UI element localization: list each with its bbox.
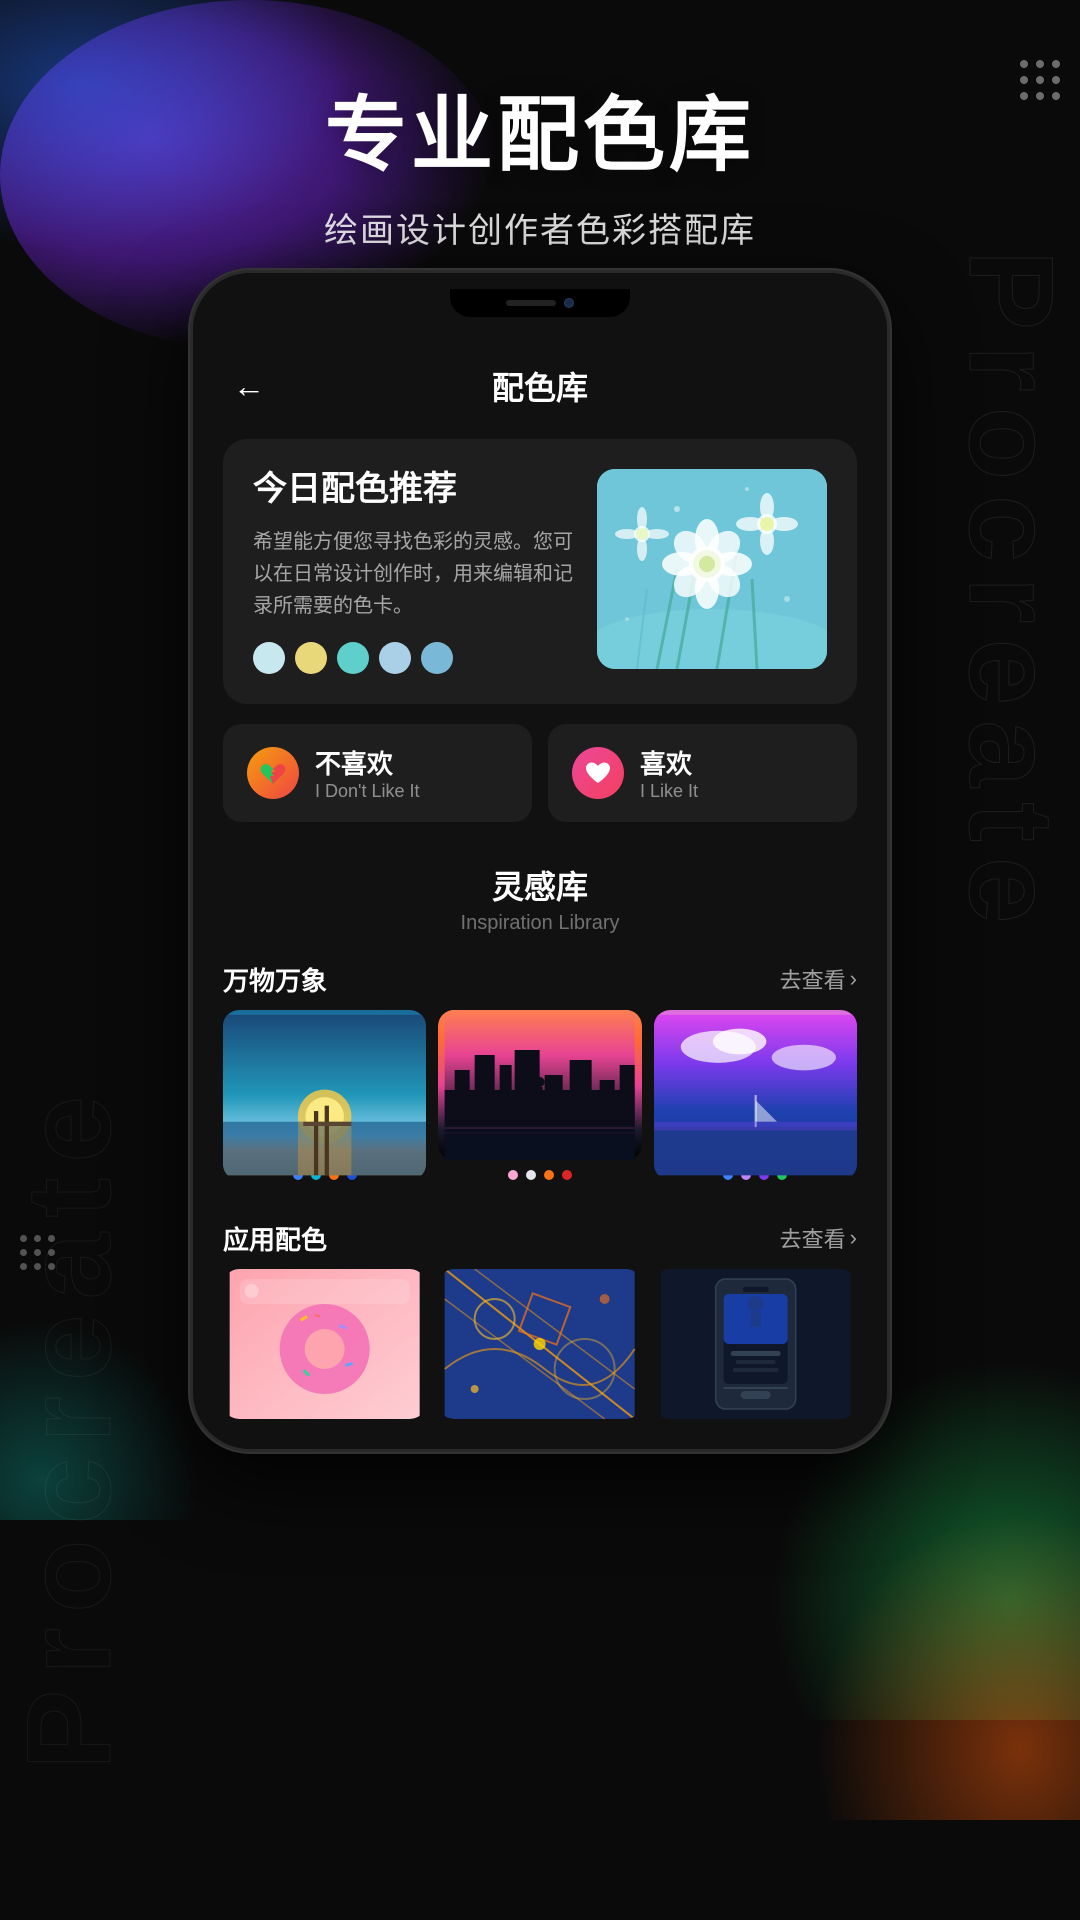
category1-card2-dots bbox=[438, 1160, 641, 1180]
phone-top bbox=[193, 273, 887, 333]
featured-image bbox=[597, 469, 827, 669]
swatch-5 bbox=[421, 642, 453, 674]
color-swatches bbox=[253, 642, 577, 674]
header-subtitle: 绘画设计创作者色彩搭配库 bbox=[324, 203, 756, 252]
category1-card-2[interactable] bbox=[438, 1010, 641, 1180]
landscape-image-3 bbox=[654, 1010, 857, 1160]
featured-card-title: 今日配色推荐 bbox=[253, 469, 577, 510]
phone-mockup: ← 配色库 今日配色推荐 希望能方便您寻找色彩的灵感。您可以在日常设计创作时，用… bbox=[190, 270, 890, 1452]
phone-speaker bbox=[506, 300, 556, 306]
category1-row: 万物万象 去查看 › bbox=[193, 945, 887, 1010]
like-sub-label: I Like It bbox=[640, 781, 698, 802]
like-button[interactable]: 喜欢 I Like It bbox=[548, 724, 857, 822]
dot bbox=[562, 1170, 572, 1180]
category2-card-2[interactable] bbox=[438, 1269, 641, 1419]
like-icon bbox=[572, 747, 624, 799]
phone-notch bbox=[450, 289, 630, 317]
reaction-row: 不喜欢 I Don't Like It 喜欢 I Like It bbox=[223, 724, 857, 822]
app-topbar: ← 配色库 bbox=[193, 333, 887, 429]
category2-section: 应用配色 去查看 › bbox=[193, 1204, 887, 1419]
side-text-procreate-left: Procreate bbox=[0, 1081, 138, 1770]
phone-power-button bbox=[887, 453, 890, 533]
app-image-1 bbox=[223, 1269, 426, 1419]
flower-illustration bbox=[597, 469, 827, 669]
dot bbox=[526, 1170, 536, 1180]
phone-volume-button bbox=[887, 553, 890, 673]
like-labels: 喜欢 I Like It bbox=[640, 744, 698, 802]
category2-row: 应用配色 去查看 › bbox=[193, 1204, 887, 1269]
featured-card-description: 希望能方便您寻找色彩的灵感。您可以在日常设计创作时，用来编辑和记录所需要的色卡。 bbox=[253, 526, 577, 622]
featured-card: 今日配色推荐 希望能方便您寻找色彩的灵感。您可以在日常设计创作时，用来编辑和记录… bbox=[223, 439, 857, 704]
dislike-icon bbox=[247, 747, 299, 799]
dislike-button[interactable]: 不喜欢 I Don't Like It bbox=[223, 724, 532, 822]
category2-image-grid bbox=[193, 1269, 887, 1419]
dot bbox=[508, 1170, 518, 1180]
category1-name: 万物万象 bbox=[223, 961, 327, 998]
bg-blob-orange bbox=[780, 1470, 1080, 1820]
inspiration-title-en: Inspiration Library bbox=[223, 912, 857, 935]
swatch-1 bbox=[253, 642, 285, 674]
featured-text-content: 今日配色推荐 希望能方便您寻找色彩的灵感。您可以在日常设计创作时，用来编辑和记录… bbox=[253, 469, 577, 674]
category1-link[interactable]: 去查看 › bbox=[780, 963, 857, 995]
like-main-label: 喜欢 bbox=[640, 744, 698, 781]
swatch-3 bbox=[337, 642, 369, 674]
category1-image-grid bbox=[193, 1010, 887, 1180]
category1-link-label: 去查看 bbox=[780, 963, 846, 995]
dislike-main-label: 不喜欢 bbox=[315, 744, 419, 781]
landscape-image-2 bbox=[438, 1010, 641, 1160]
side-text-procreate-right: Procreate bbox=[942, 250, 1080, 939]
category2-card-3[interactable] bbox=[654, 1269, 857, 1419]
category1-card-3[interactable] bbox=[654, 1010, 857, 1180]
dislike-sub-label: I Don't Like It bbox=[315, 781, 419, 802]
app-screen: ← 配色库 今日配色推荐 希望能方便您寻找色彩的灵感。您可以在日常设计创作时，用… bbox=[193, 333, 887, 1449]
header: 专业配色库 绘画设计创作者色彩搭配库 bbox=[0, 0, 1080, 280]
back-button[interactable]: ← bbox=[233, 368, 265, 405]
category2-link-label: 去查看 bbox=[780, 1222, 846, 1254]
app-image-3 bbox=[654, 1269, 857, 1419]
inspiration-section-header: 灵感库 Inspiration Library bbox=[193, 842, 887, 945]
dislike-labels: 不喜欢 I Don't Like It bbox=[315, 744, 419, 802]
app-image-2 bbox=[438, 1269, 641, 1419]
header-title: 专业配色库 bbox=[325, 68, 755, 187]
category2-chevron-icon: › bbox=[850, 1225, 857, 1251]
phone-camera bbox=[564, 298, 574, 308]
landscape-image-1 bbox=[223, 1010, 426, 1160]
phone-frame: ← 配色库 今日配色推荐 希望能方便您寻找色彩的灵感。您可以在日常设计创作时，用… bbox=[190, 270, 890, 1452]
category1-card-1[interactable] bbox=[223, 1010, 426, 1180]
inspiration-title-cn: 灵感库 bbox=[223, 862, 857, 908]
swatch-2 bbox=[295, 642, 327, 674]
swatch-4 bbox=[379, 642, 411, 674]
category1-chevron-icon: › bbox=[850, 966, 857, 992]
category2-link[interactable]: 去查看 › bbox=[780, 1222, 857, 1254]
category2-name: 应用配色 bbox=[223, 1220, 327, 1257]
category1-section: 万物万象 去查看 › bbox=[193, 945, 887, 1180]
dot bbox=[544, 1170, 554, 1180]
category2-card-1[interactable] bbox=[223, 1269, 426, 1419]
app-screen-title: 配色库 bbox=[492, 363, 588, 409]
